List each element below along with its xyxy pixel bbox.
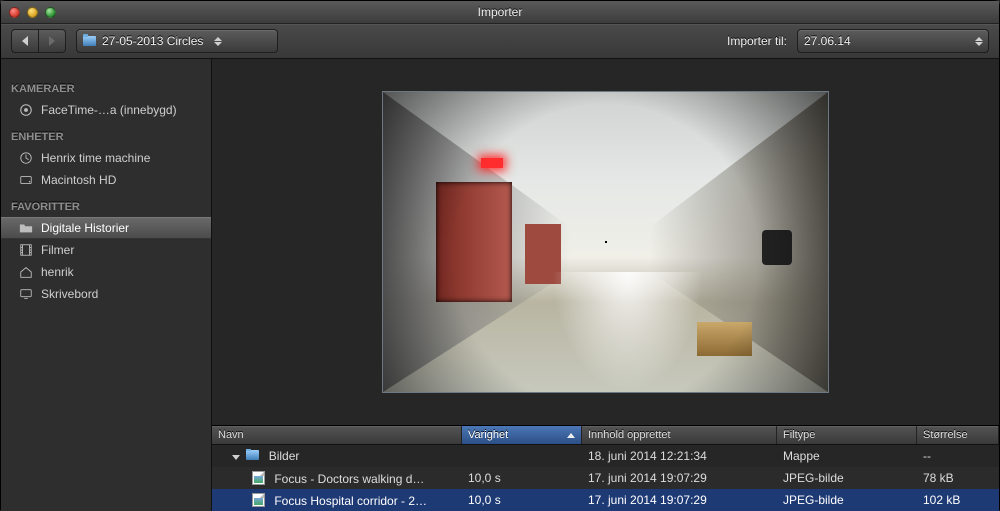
- chevron-left-icon: [22, 36, 28, 46]
- cell-type: JPEG-bilde: [777, 471, 917, 485]
- sidebar-item-desktop[interactable]: Skrivebord: [1, 283, 211, 305]
- table-row[interactable]: Focus - Doctors walking d… 10,0 s 17. ju…: [212, 467, 999, 489]
- sidebar-item-label: Henrix time machine: [41, 151, 150, 165]
- folder-icon: [246, 450, 259, 460]
- titlebar: Importer: [1, 1, 999, 24]
- nav-back-button[interactable]: [11, 29, 39, 53]
- sort-ascending-icon: [567, 433, 575, 438]
- sidebar-item-label: Filmer: [41, 243, 74, 257]
- table-row[interactable]: Bilder 18. juni 2014 12:21:34 Mappe --: [212, 445, 999, 467]
- disclosure-triangle-icon[interactable]: [232, 455, 240, 460]
- film-icon: [19, 243, 33, 257]
- cell-date: 17. juni 2014 19:07:29: [582, 493, 777, 507]
- table-row[interactable]: Focus Hospital corridor - 2… 10,0 s 17. …: [212, 489, 999, 511]
- nav-forward-button[interactable]: [39, 29, 66, 53]
- stepper-icon: [974, 37, 984, 46]
- sidebar-section-devices: ENHETER: [1, 121, 211, 147]
- cell-type: Mappe: [777, 449, 917, 463]
- window-title: Importer: [1, 5, 999, 19]
- toolbar: 27-05-2013 Circles Importer til: 27.06.1…: [1, 24, 999, 59]
- sidebar-item-movies[interactable]: Filmer: [1, 239, 211, 261]
- import-to-value: 27.06.14: [804, 34, 851, 48]
- camera-icon: [19, 103, 33, 117]
- cell-date: 18. juni 2014 12:21:34: [582, 449, 777, 463]
- sidebar-item-home[interactable]: henrik: [1, 261, 211, 283]
- column-header-size[interactable]: Størrelse: [917, 426, 999, 444]
- cell-duration: 10,0 s: [462, 493, 582, 507]
- sidebar-item-label: Skrivebord: [41, 287, 98, 301]
- import-to-label: Importer til:: [727, 34, 787, 48]
- preview-image[interactable]: [383, 92, 828, 392]
- image-file-icon: [252, 471, 265, 485]
- sidebar-item-digitale-historier[interactable]: Digitale Historier: [1, 217, 211, 239]
- stepper-icon: [213, 37, 223, 46]
- cell-date: 17. juni 2014 19:07:29: [582, 471, 777, 485]
- cell-size: --: [917, 449, 999, 463]
- cell-type: JPEG-bilde: [777, 493, 917, 507]
- cell-name: Bilder: [269, 449, 300, 463]
- sidebar-item-facetime-camera[interactable]: FaceTime-…a (innebygd): [1, 99, 211, 121]
- folder-icon: [19, 221, 33, 235]
- cell-size: 78 kB: [917, 471, 999, 485]
- sidebar: KAMERAER FaceTime-…a (innebygd) ENHETER …: [1, 59, 212, 511]
- desktop-icon: [19, 287, 33, 301]
- path-popup[interactable]: 27-05-2013 Circles: [76, 29, 278, 53]
- home-icon: [19, 265, 33, 279]
- sidebar-item-label: FaceTime-…a (innebygd): [41, 103, 177, 117]
- cell-name: Focus - Doctors walking d…: [274, 472, 424, 486]
- file-table-body: Bilder 18. juni 2014 12:21:34 Mappe -- F…: [212, 445, 999, 511]
- sidebar-section-favorites: FAVORITTER: [1, 191, 211, 217]
- sidebar-item-macintosh-hd[interactable]: Macintosh HD: [1, 169, 211, 191]
- sidebar-section-cameras: KAMERAER: [1, 73, 211, 99]
- sidebar-item-label: henrik: [41, 265, 74, 279]
- hdd-icon: [19, 173, 33, 187]
- main-panel: Navn Varighet Innhold opprettet Filtype …: [212, 59, 999, 511]
- cell-size: 102 kB: [917, 493, 999, 507]
- column-header-name[interactable]: Navn: [212, 426, 462, 444]
- column-header-created[interactable]: Innhold opprettet: [582, 426, 777, 444]
- cell-name: Focus Hospital corridor - 2…: [274, 494, 427, 508]
- sidebar-item-label: Macintosh HD: [41, 173, 116, 187]
- import-to-popup[interactable]: 27.06.14: [797, 29, 989, 53]
- timemachine-icon: [19, 151, 33, 165]
- file-table: Navn Varighet Innhold opprettet Filtype …: [212, 425, 999, 511]
- sidebar-item-label: Digitale Historier: [41, 221, 129, 235]
- chevron-right-icon: [49, 36, 55, 46]
- image-file-icon: [252, 493, 265, 507]
- folder-icon: [83, 36, 96, 46]
- cell-duration: 10,0 s: [462, 471, 582, 485]
- preview-area: [212, 59, 999, 425]
- sidebar-item-timemachine[interactable]: Henrix time machine: [1, 147, 211, 169]
- path-popup-label: 27-05-2013 Circles: [102, 34, 203, 48]
- column-header-duration[interactable]: Varighet: [462, 426, 582, 444]
- column-header-filetype[interactable]: Filtype: [777, 426, 917, 444]
